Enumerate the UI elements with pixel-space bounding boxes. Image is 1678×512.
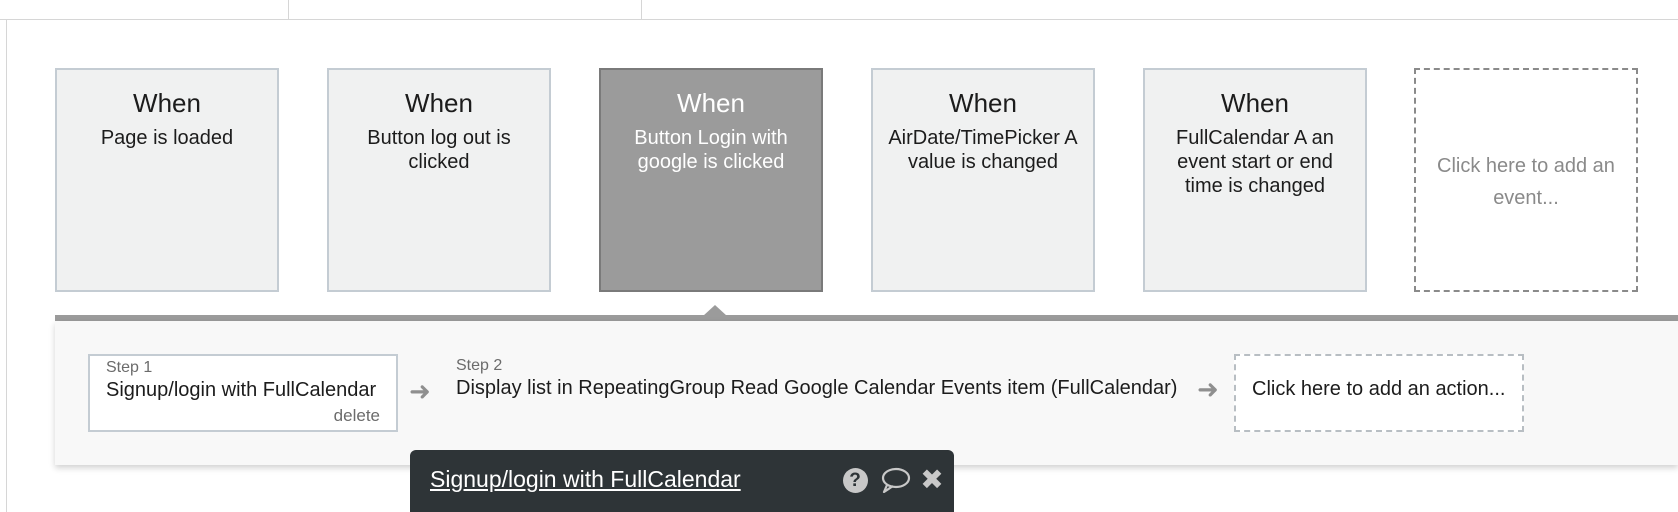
event-when-label: When bbox=[949, 88, 1017, 118]
event-card-login-google-clicked[interactable]: When Button Login with google is clicked bbox=[599, 68, 823, 292]
tab-divider bbox=[288, 0, 289, 19]
event-card-logout-clicked[interactable]: When Button log out is clicked bbox=[327, 68, 551, 292]
event-card-page-loaded[interactable]: When Page is loaded bbox=[55, 68, 279, 292]
action-step-2[interactable]: Step 2 Display list in RepeatingGroup Re… bbox=[456, 357, 1177, 401]
step-number-label: Step 1 bbox=[106, 359, 153, 376]
arrow-right-icon: ➜ bbox=[1197, 374, 1219, 404]
action-step-1[interactable]: Step 1 Signup/login with FullCalendar de… bbox=[88, 354, 398, 432]
step-number-label: Step 2 bbox=[456, 357, 503, 374]
event-when-label: When bbox=[1221, 88, 1289, 118]
event-card-fullcalendar-time-changed[interactable]: When FullCalendar A an event start or en… bbox=[1143, 68, 1367, 292]
add-event-button[interactable]: Click here to add an event... bbox=[1414, 68, 1638, 292]
arrow-right-icon: ➜ bbox=[409, 376, 431, 406]
action-editor-popover: Signup/login with FullCalendar ? ✖ bbox=[410, 450, 954, 512]
event-card-datetimepicker-changed[interactable]: When AirDate/TimePicker A value is chang… bbox=[871, 68, 1095, 292]
event-description: Page is loaded bbox=[100, 127, 234, 149]
event-description: FullCalendar A an event start or end tim… bbox=[1176, 127, 1334, 197]
help-icon-glyph: ? bbox=[842, 467, 868, 493]
canvas-left-border bbox=[6, 20, 7, 512]
event-when-label: When bbox=[405, 88, 473, 118]
top-tab-strip bbox=[0, 0, 1678, 20]
add-action-button[interactable]: Click here to add an action... bbox=[1234, 354, 1524, 432]
step-action-text: Signup/login with FullCalendar bbox=[106, 379, 377, 401]
delete-step-link[interactable]: delete bbox=[334, 406, 380, 426]
event-when-label: When bbox=[677, 88, 745, 118]
event-description: AirDate/TimePicker A value is changed bbox=[888, 127, 1078, 173]
help-icon[interactable]: ? bbox=[842, 466, 868, 494]
comment-icon-svg bbox=[881, 467, 911, 493]
comment-icon[interactable] bbox=[880, 466, 912, 494]
tab-divider bbox=[641, 0, 642, 19]
close-icon-glyph: ✖ bbox=[920, 464, 944, 495]
close-icon[interactable]: ✖ bbox=[920, 466, 944, 494]
event-when-label: When bbox=[133, 88, 201, 118]
popover-title-link[interactable]: Signup/login with FullCalendar bbox=[430, 466, 741, 493]
add-event-label: Click here to add an event... bbox=[1437, 155, 1615, 209]
event-description: Button log out is clicked bbox=[367, 127, 511, 173]
step-action-text: Display list in RepeatingGroup Read Goog… bbox=[456, 377, 1178, 399]
event-description: Button Login with google is clicked bbox=[634, 127, 788, 173]
